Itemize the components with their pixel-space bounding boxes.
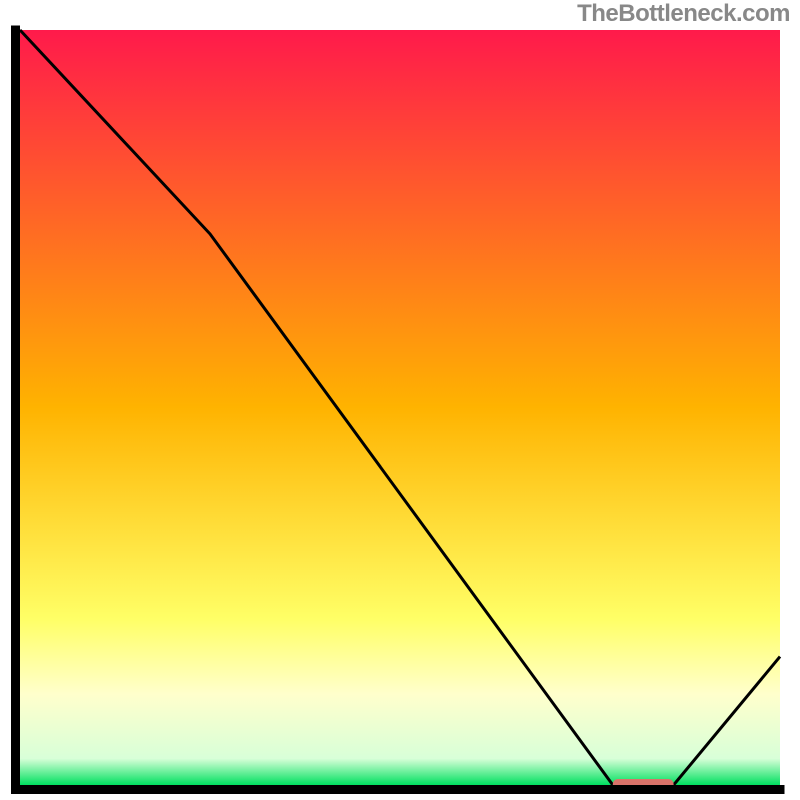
bottleneck-chart (0, 0, 800, 800)
chart-container: TheBottleneck.com (0, 0, 800, 800)
plot-background (20, 30, 780, 785)
watermark-text: TheBottleneck.com (577, 0, 790, 28)
